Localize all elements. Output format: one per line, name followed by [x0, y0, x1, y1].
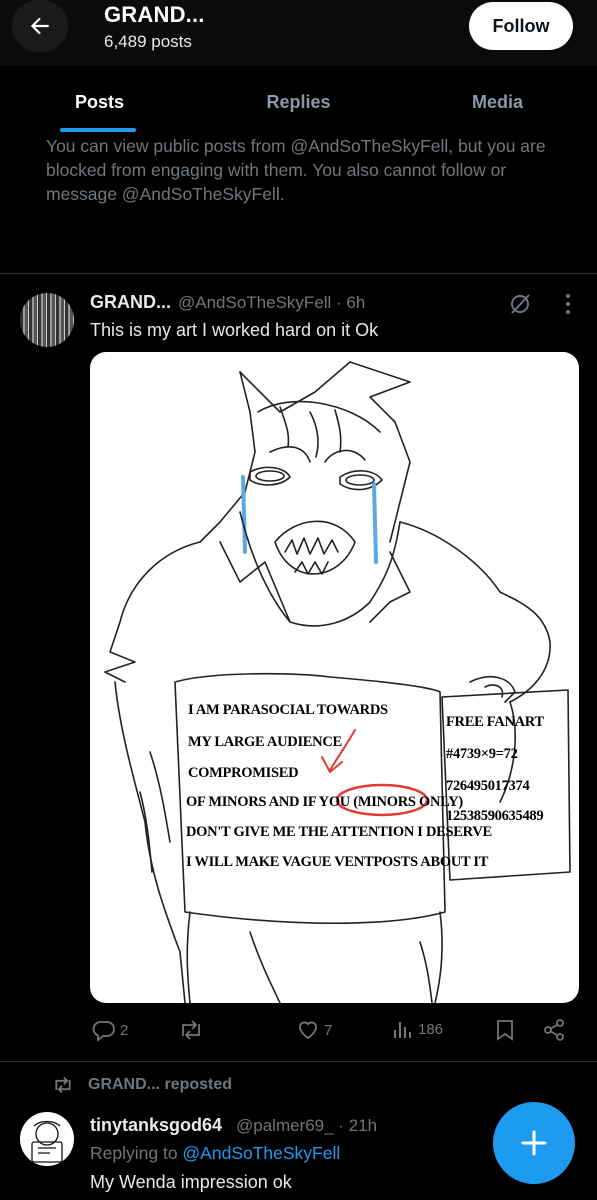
- tweet-actions: 2 7 186: [90, 1018, 579, 1048]
- drawing-illustration: [104, 361, 571, 1003]
- repost-indicator: GRAND... reposted: [52, 1075, 232, 1095]
- repost-label[interactable]: GRAND... reposted: [88, 1076, 232, 1094]
- bookmark-button[interactable]: [494, 1018, 516, 1042]
- art-caption-line: I WILL MAKE VAGUE VENTPOSTS ABOUT IT: [186, 854, 489, 870]
- art-caption-line: DON'T GIVE ME THE ATTENTION I DESERVE: [186, 824, 492, 840]
- replying-to: Replying to @AndSoTheSkyFell: [90, 1143, 340, 1164]
- views-button[interactable]: 186: [392, 1018, 443, 1040]
- compose-button[interactable]: [493, 1102, 575, 1184]
- tab-label: Replies: [266, 92, 331, 112]
- profile-tabs: Posts Replies Media: [0, 66, 597, 134]
- tab-label: Posts: [74, 92, 125, 112]
- like-button[interactable]: 7: [296, 1018, 332, 1042]
- blocked-notice: You can view public posts from @AndSoThe…: [46, 136, 546, 204]
- art-caption-line: COMPROMISED: [188, 765, 299, 781]
- replying-to-link[interactable]: @AndSoTheSkyFell: [182, 1143, 340, 1163]
- share-icon: [544, 1019, 564, 1041]
- sign-line: 12538590635489: [446, 808, 544, 824]
- plus-icon: [521, 1130, 547, 1156]
- tab-media[interactable]: Media: [398, 66, 597, 134]
- reply-count: 2: [120, 1021, 129, 1039]
- heart-icon: [299, 1021, 317, 1040]
- arrow-left-icon: [30, 17, 49, 35]
- profile-name: GRAND...: [104, 2, 205, 27]
- views-icon: [394, 1022, 411, 1038]
- follow-button[interactable]: Follow: [469, 2, 573, 50]
- active-tab-indicator: [60, 128, 136, 132]
- reply-icon: [92, 1021, 115, 1042]
- tweet-image[interactable]: I AM PARASOCIAL TOWARDS MY LARGE AUDIENC…: [90, 352, 579, 1003]
- profile-header: GRAND... 6,489 posts Follow: [0, 0, 597, 66]
- divider: [0, 1061, 597, 1062]
- avatar[interactable]: [20, 1112, 74, 1166]
- replying-to-prefix: Replying to: [90, 1143, 183, 1163]
- avatar-drawing: [31, 1120, 63, 1163]
- repost-button[interactable]: [178, 1018, 208, 1042]
- divider: [0, 273, 597, 274]
- sign-line: FREE FANART: [446, 714, 544, 730]
- tweet-author-name[interactable]: GRAND...: [90, 292, 171, 313]
- share-button[interactable]: [542, 1018, 566, 1042]
- avatar[interactable]: [20, 293, 74, 347]
- reply-button[interactable]: 2: [92, 1018, 128, 1042]
- tweet-text: This is my art I worked hard on it Ok: [90, 320, 379, 340]
- tweet-handle-time: @AndSoTheSkyFell · 6h: [178, 293, 366, 312]
- sign-line: 726495017374: [446, 778, 530, 794]
- tab-replies[interactable]: Replies: [199, 66, 398, 134]
- more-options-icon[interactable]: [558, 290, 578, 318]
- tweet-handle-time: @palmer69_ · 21h: [236, 1116, 378, 1135]
- repost-icon: [55, 1076, 71, 1094]
- sign-line: #4739×9=72: [446, 746, 518, 762]
- tweet-text: My Wenda impression ok: [90, 1172, 292, 1192]
- art-caption-line: MY LARGE AUDIENCE: [188, 734, 342, 750]
- art-caption-line: I AM PARASOCIAL TOWARDS: [188, 702, 388, 718]
- post-count: 6,489 posts: [104, 32, 192, 51]
- like-count: 7: [324, 1021, 333, 1039]
- bookmark-icon: [497, 1020, 513, 1041]
- tab-label: Media: [471, 92, 523, 112]
- repost-icon: [182, 1020, 200, 1040]
- view-count: 186: [418, 1020, 444, 1038]
- tab-posts[interactable]: Posts: [0, 66, 199, 134]
- grok-icon[interactable]: [508, 292, 532, 321]
- tweet-author-name[interactable]: tinytanksgod64: [90, 1115, 222, 1136]
- back-button[interactable]: [12, 0, 68, 52]
- art-caption-line: OF MINORS AND IF YOU (MINORS ONLY): [186, 794, 463, 810]
